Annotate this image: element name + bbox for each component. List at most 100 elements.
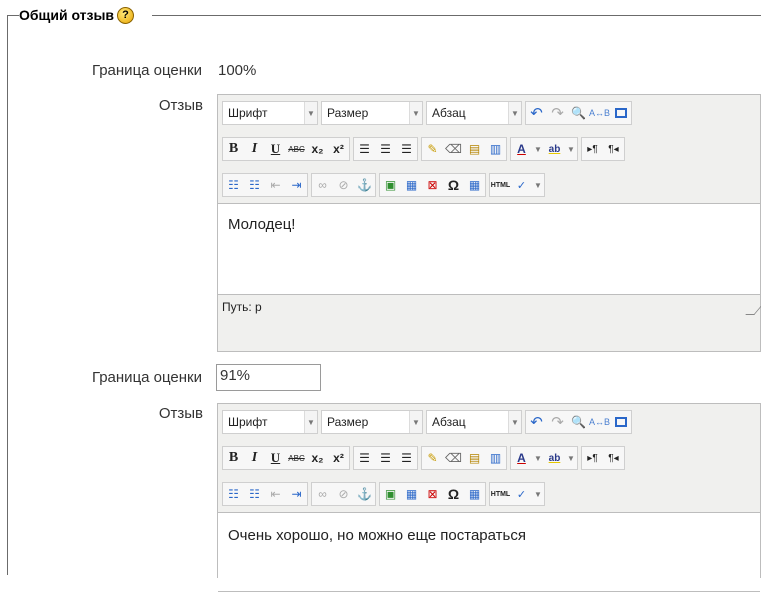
outdent-icon[interactable]: ⇤ bbox=[265, 483, 286, 505]
font-select[interactable]: Шрифт ▼ bbox=[222, 101, 318, 125]
image-icon[interactable]: ▣ bbox=[380, 174, 401, 196]
format-select[interactable]: Абзац ▼ bbox=[426, 101, 522, 125]
subscript-icon[interactable]: x₂ bbox=[307, 138, 328, 160]
nolink-icon[interactable]: ⊠ bbox=[422, 483, 443, 505]
align-center-icon[interactable]: ☰ bbox=[375, 138, 396, 160]
underline-icon[interactable]: U bbox=[265, 447, 286, 469]
align-left-icon[interactable]: ☰ bbox=[354, 447, 375, 469]
rtl-icon[interactable]: ¶◂ bbox=[603, 138, 624, 160]
chevron-down-icon[interactable]: ▼ bbox=[532, 174, 544, 196]
special-char-icon[interactable]: Ω bbox=[443, 483, 464, 505]
cleanup-icon[interactable]: ✎ bbox=[422, 138, 443, 160]
format-select-value: Абзац bbox=[432, 106, 466, 120]
numbered-list-icon[interactable]: ☷ bbox=[244, 174, 265, 196]
editor-path-text: Путь: p bbox=[222, 300, 262, 314]
text-color-icon[interactable]: A bbox=[511, 138, 532, 160]
subscript-icon[interactable]: x₂ bbox=[307, 447, 328, 469]
replace-icon[interactable]: A↔B bbox=[589, 102, 610, 124]
ltr-icon[interactable]: ▸¶ bbox=[582, 447, 603, 469]
bullet-list-icon[interactable]: ☷ bbox=[223, 174, 244, 196]
editor-content[interactable]: Очень хорошо, но можно еще постараться bbox=[218, 512, 760, 592]
bullet-list-icon[interactable]: ☷ bbox=[223, 483, 244, 505]
size-select[interactable]: Размер ▼ bbox=[321, 410, 423, 434]
align-right-icon[interactable]: ☰ bbox=[396, 138, 417, 160]
superscript-icon[interactable]: x² bbox=[328, 447, 349, 469]
fullscreen-icon[interactable] bbox=[610, 411, 631, 433]
font-select[interactable]: Шрифт ▼ bbox=[222, 410, 318, 434]
superscript-icon[interactable]: x² bbox=[328, 138, 349, 160]
media-icon[interactable]: ▦ bbox=[401, 174, 422, 196]
eraser-icon[interactable]: ⌫ bbox=[443, 447, 464, 469]
nolink-icon[interactable]: ⊠ bbox=[422, 174, 443, 196]
paste-text-icon[interactable]: ▤ bbox=[464, 138, 485, 160]
undo-icon[interactable]: ↶ bbox=[526, 102, 547, 124]
numbered-list-icon[interactable]: ☷ bbox=[244, 483, 265, 505]
resize-handle-icon[interactable] bbox=[745, 306, 761, 315]
size-select[interactable]: Размер ▼ bbox=[321, 101, 423, 125]
grade-boundary-label: Граница оценки bbox=[91, 62, 202, 79]
highlight-icon[interactable]: ab bbox=[544, 447, 565, 469]
link-icon[interactable]: ∞ bbox=[312, 174, 333, 196]
table-icon[interactable]: ▦ bbox=[464, 483, 485, 505]
fullscreen-icon[interactable] bbox=[610, 102, 631, 124]
bold-icon[interactable]: B bbox=[223, 138, 244, 160]
indent-icon[interactable]: ⇥ bbox=[286, 174, 307, 196]
grade-boundary-label: Граница оценки bbox=[91, 369, 202, 386]
strikethrough-icon[interactable]: ABC bbox=[286, 447, 307, 469]
find-icon[interactable]: 🔍 bbox=[568, 102, 589, 124]
spellcheck-icon[interactable]: ✓ bbox=[511, 174, 532, 196]
paste-word-icon[interactable]: ▥ bbox=[485, 138, 506, 160]
anchor-icon[interactable]: ⚓ bbox=[354, 483, 375, 505]
paste-word-icon[interactable]: ▥ bbox=[485, 447, 506, 469]
align-right-icon[interactable]: ☰ bbox=[396, 447, 417, 469]
media-icon[interactable]: ▦ bbox=[401, 483, 422, 505]
find-icon[interactable]: 🔍 bbox=[568, 411, 589, 433]
underline-icon[interactable]: U bbox=[265, 138, 286, 160]
special-char-icon[interactable]: Ω bbox=[443, 174, 464, 196]
italic-icon[interactable]: I bbox=[244, 447, 265, 469]
eraser-icon[interactable]: ⌫ bbox=[443, 138, 464, 160]
fieldset-legend: Общий отзыв ? bbox=[19, 5, 135, 25]
highlight-icon[interactable]: ab bbox=[544, 138, 565, 160]
format-select[interactable]: Абзац ▼ bbox=[426, 410, 522, 434]
unlink-icon[interactable]: ⊘ bbox=[333, 483, 354, 505]
indent-icon[interactable]: ⇥ bbox=[286, 483, 307, 505]
link-icon[interactable]: ∞ bbox=[312, 483, 333, 505]
fieldset-border bbox=[7, 15, 8, 575]
ltr-icon[interactable]: ▸¶ bbox=[582, 138, 603, 160]
editor-content[interactable]: Молодец! bbox=[218, 203, 760, 295]
table-icon[interactable]: ▦ bbox=[464, 174, 485, 196]
legend-title: Общий отзыв bbox=[19, 7, 115, 23]
align-center-icon[interactable]: ☰ bbox=[375, 447, 396, 469]
grade-boundary-input[interactable]: 91% bbox=[216, 364, 321, 391]
fieldset-border bbox=[152, 15, 761, 16]
outdent-icon[interactable]: ⇤ bbox=[265, 174, 286, 196]
chevron-down-icon[interactable]: ▼ bbox=[565, 138, 577, 160]
chevron-down-icon[interactable]: ▼ bbox=[532, 447, 544, 469]
bold-icon[interactable]: B bbox=[223, 447, 244, 469]
unlink-icon[interactable]: ⊘ bbox=[333, 174, 354, 196]
chevron-down-icon[interactable]: ▼ bbox=[565, 447, 577, 469]
html-icon[interactable]: HTML bbox=[490, 174, 511, 196]
redo-icon[interactable]: ↷ bbox=[547, 411, 568, 433]
chevron-down-icon[interactable]: ▼ bbox=[532, 483, 544, 505]
rtl-icon[interactable]: ¶◂ bbox=[603, 447, 624, 469]
help-icon[interactable]: ? bbox=[117, 6, 135, 24]
strikethrough-icon[interactable]: ABC bbox=[286, 138, 307, 160]
cleanup-icon[interactable]: ✎ bbox=[422, 447, 443, 469]
fieldset-border bbox=[7, 15, 19, 16]
redo-icon[interactable]: ↷ bbox=[547, 102, 568, 124]
editor-path: Путь: p bbox=[218, 295, 761, 317]
chevron-down-icon[interactable]: ▼ bbox=[532, 138, 544, 160]
replace-icon[interactable]: A↔B bbox=[589, 411, 610, 433]
anchor-icon[interactable]: ⚓ bbox=[354, 174, 375, 196]
format-select-value: Абзац bbox=[432, 415, 466, 429]
paste-text-icon[interactable]: ▤ bbox=[464, 447, 485, 469]
align-left-icon[interactable]: ☰ bbox=[354, 138, 375, 160]
image-icon[interactable]: ▣ bbox=[380, 483, 401, 505]
italic-icon[interactable]: I bbox=[244, 138, 265, 160]
text-color-icon[interactable]: A bbox=[511, 447, 532, 469]
undo-icon[interactable]: ↶ bbox=[526, 411, 547, 433]
spellcheck-icon[interactable]: ✓ bbox=[511, 483, 532, 505]
html-icon[interactable]: HTML bbox=[490, 483, 511, 505]
